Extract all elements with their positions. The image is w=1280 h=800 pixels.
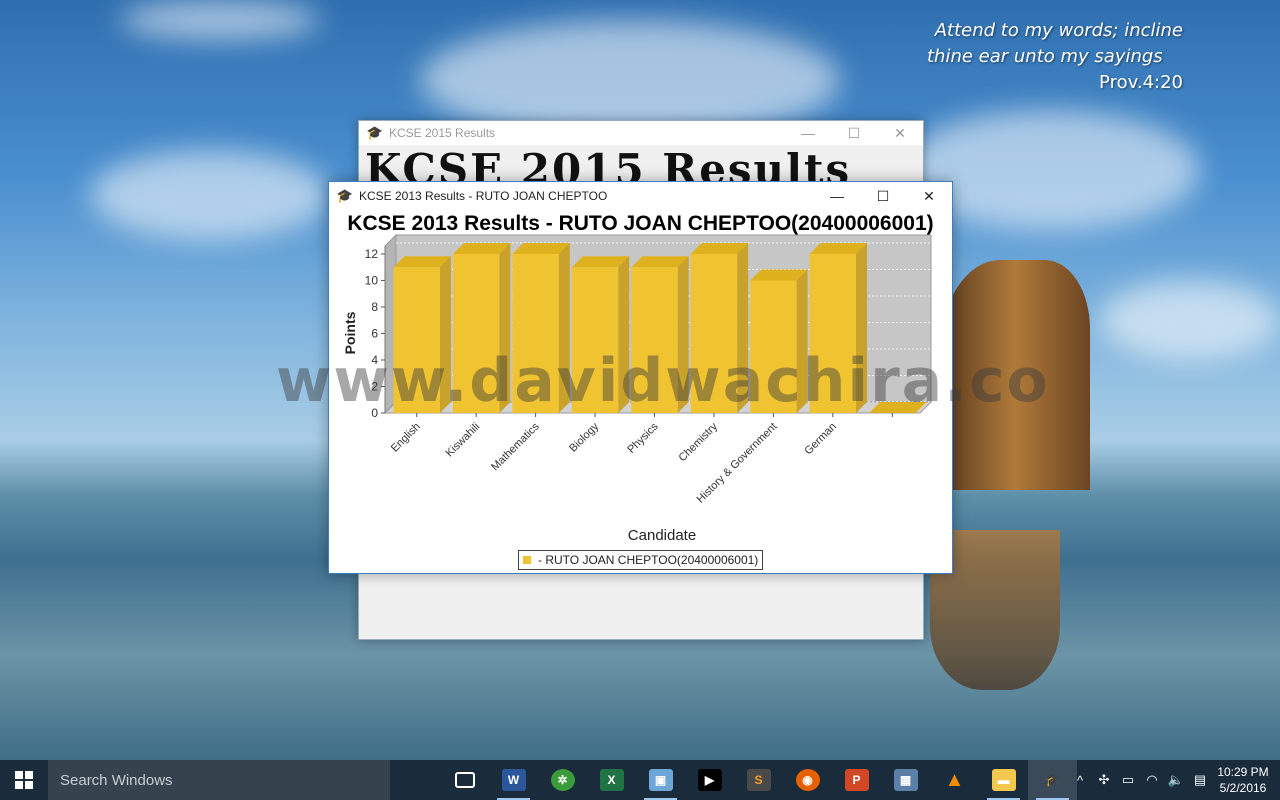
watermark: www.davidwachira.co [276, 346, 1050, 416]
y-tick-label: 8 [371, 300, 378, 314]
chevron-up-icon[interactable]: ^ [1068, 773, 1092, 788]
clock-date: 5/2/2016 [1219, 781, 1267, 795]
legend-label: - RUTO JOAN CHEPTOO(20400006001) [538, 553, 759, 567]
notification-icon[interactable]: ▤ [1188, 772, 1212, 788]
y-tick-label: 10 [365, 273, 379, 287]
network-app-icon[interactable]: ✲ [538, 760, 587, 800]
back-maximize-button[interactable]: ☐ [831, 121, 877, 145]
clock[interactable]: 10:29 PM 5/2/2016 [1212, 764, 1274, 796]
verse-reference: Prov.4:20 [1099, 72, 1183, 93]
search-box[interactable]: Search Windows [48, 760, 390, 800]
taskbar-apps: W ✲ X ▣ ▶ S ◉ P ▦ ▲ ▬ 🎓 [440, 760, 1077, 800]
verse-line-1: Attend to my words; incline [934, 20, 1183, 41]
virtualbox-icon[interactable]: ▣ [636, 760, 685, 800]
legend-swatch [523, 556, 531, 564]
y-tick-label: 12 [365, 247, 379, 261]
cloud [90, 150, 330, 240]
photos-icon[interactable]: ▦ [881, 760, 930, 800]
cloud [1100, 280, 1280, 360]
back-window-titlebar[interactable]: 🎓 KCSE 2015 Results — ☐ ✕ [359, 121, 923, 145]
word-icon[interactable]: W [489, 760, 538, 800]
volume-icon[interactable]: 🔈 [1164, 772, 1188, 788]
back-window-title: KCSE 2015 Results [389, 126, 496, 140]
vlc-icon[interactable]: ▲ [930, 760, 979, 800]
clock-time: 10:29 PM [1217, 765, 1269, 779]
media-player-icon[interactable]: ▶ [685, 760, 734, 800]
cloud [120, 0, 320, 40]
x-tick-label: German [802, 421, 839, 458]
task-view-icon[interactable] [440, 760, 489, 800]
windows-logo-icon [15, 771, 33, 789]
y-tick-label: 6 [371, 326, 378, 340]
firefox-icon[interactable]: ◉ [783, 760, 832, 800]
x-tick-label: English [389, 421, 423, 455]
x-tick-label: Chemistry [677, 420, 721, 464]
wifi-icon[interactable]: ◠ [1140, 772, 1164, 788]
chart-legend: - RUTO JOAN CHEPTOO(20400006001) [518, 550, 764, 570]
graduation-cap-icon: 🎓 [366, 125, 384, 140]
x-tick-label: Biology [567, 420, 601, 454]
back-window-banner: KCSE 2015 Results [365, 145, 852, 185]
file-explorer-icon[interactable]: ▬ [979, 760, 1028, 800]
x-axis-title: Candidate [628, 527, 696, 544]
x-tick-label: Mathematics [489, 420, 542, 473]
taskbar: Search Windows W ✲ X ▣ ▶ S ◉ P ▦ ▲ ▬ 🎓 ^… [0, 760, 1280, 800]
system-tray: ^ ✣ ▭ ◠ 🔈 ▤ 10:29 PM 5/2/2016 [1068, 760, 1280, 800]
start-button[interactable] [0, 760, 48, 800]
excel-icon[interactable]: X [587, 760, 636, 800]
verse-line-2: thine ear unto my sayings [927, 46, 1163, 67]
sublime-icon[interactable]: S [734, 760, 783, 800]
x-tick-label: Physics [625, 420, 661, 456]
back-minimize-button[interactable]: — [785, 121, 831, 145]
powerpoint-icon[interactable]: P [832, 760, 881, 800]
wallpaper-verse: Attend to my words; incline thine ear un… [923, 18, 1183, 96]
x-tick-label: Kiswahili [444, 421, 483, 460]
back-close-button[interactable]: ✕ [877, 121, 923, 145]
battery-icon[interactable]: ▭ [1116, 772, 1140, 788]
dropbox-icon[interactable]: ✣ [1092, 772, 1116, 788]
